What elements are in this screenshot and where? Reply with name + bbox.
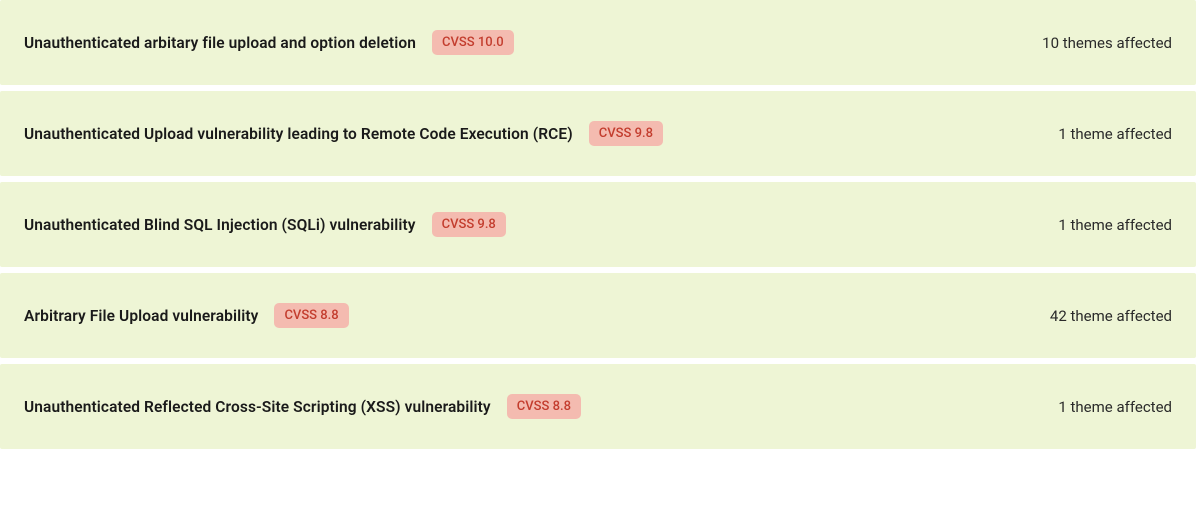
vulnerability-title: Unauthenticated Blind SQL Injection (SQL… <box>24 216 416 234</box>
vulnerability-row[interactable]: Unauthenticated Blind SQL Injection (SQL… <box>0 182 1196 267</box>
vulnerability-left: Arbitrary File Upload vulnerability CVSS… <box>24 303 349 328</box>
vulnerability-left: Unauthenticated arbitary file upload and… <box>24 30 514 55</box>
vulnerability-left: Unauthenticated Blind SQL Injection (SQL… <box>24 212 506 237</box>
cvss-badge: CVSS 9.8 <box>589 121 663 146</box>
vulnerability-row[interactable]: Unauthenticated Reflected Cross-Site Scr… <box>0 364 1196 449</box>
vulnerability-title: Unauthenticated Upload vulnerability lea… <box>24 125 573 143</box>
affected-count: 1 theme affected <box>1058 125 1172 143</box>
vulnerability-row[interactable]: Unauthenticated Upload vulnerability lea… <box>0 91 1196 176</box>
cvss-badge: CVSS 8.8 <box>507 394 581 419</box>
vulnerability-left: Unauthenticated Upload vulnerability lea… <box>24 121 663 146</box>
vulnerability-title: Arbitrary File Upload vulnerability <box>24 307 258 325</box>
affected-count: 10 themes affected <box>1042 34 1172 52</box>
affected-count: 42 theme affected <box>1050 307 1172 325</box>
cvss-badge: CVSS 10.0 <box>432 30 514 55</box>
vulnerability-row[interactable]: Unauthenticated arbitary file upload and… <box>0 0 1196 85</box>
cvss-badge: CVSS 8.8 <box>274 303 348 328</box>
vulnerability-list: Unauthenticated arbitary file upload and… <box>0 0 1196 449</box>
vulnerability-title: Unauthenticated arbitary file upload and… <box>24 34 416 52</box>
affected-count: 1 theme affected <box>1058 398 1172 416</box>
vulnerability-row[interactable]: Arbitrary File Upload vulnerability CVSS… <box>0 273 1196 358</box>
cvss-badge: CVSS 9.8 <box>432 212 506 237</box>
vulnerability-title: Unauthenticated Reflected Cross-Site Scr… <box>24 398 491 416</box>
vulnerability-left: Unauthenticated Reflected Cross-Site Scr… <box>24 394 581 419</box>
affected-count: 1 theme affected <box>1058 216 1172 234</box>
